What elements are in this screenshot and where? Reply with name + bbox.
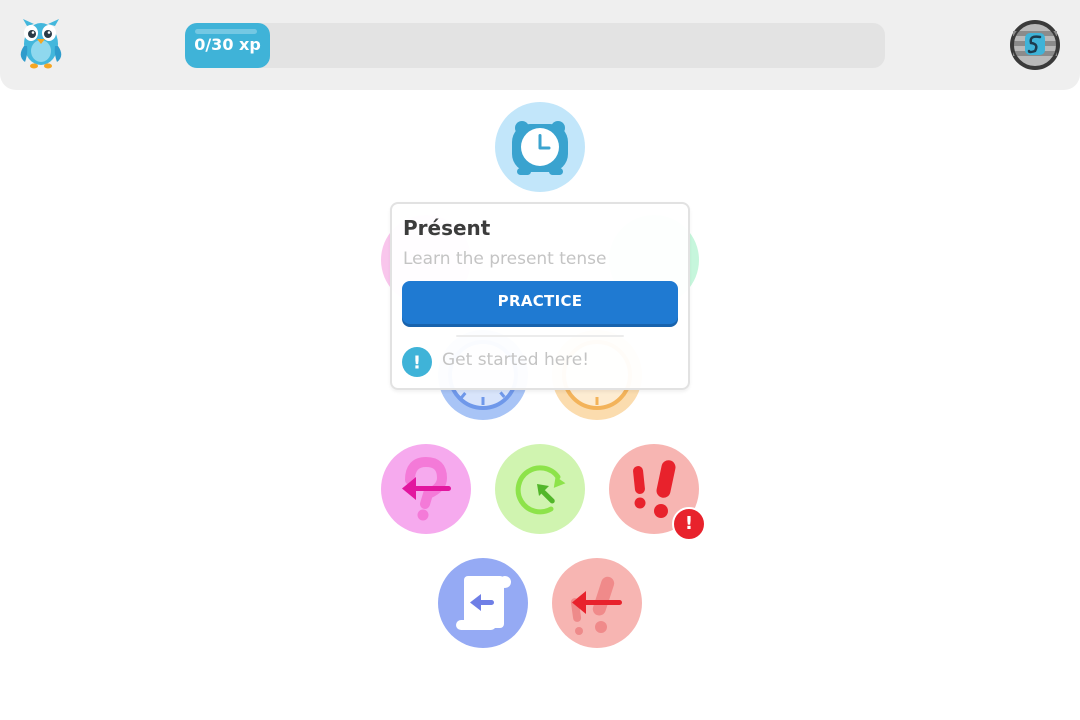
- popup-subtitle: Learn the present tense: [403, 249, 607, 269]
- cycle-arrows-icon: [515, 465, 566, 515]
- skill-scroll-back-arrow[interactable]: [438, 558, 528, 648]
- info-exclamation-icon: !: [402, 347, 432, 377]
- xp-progress-label: 0/30 xp: [194, 35, 261, 54]
- popup-title: Présent: [403, 216, 491, 240]
- svg-text:!: !: [413, 353, 421, 374]
- skill-alarm-clock[interactable]: [495, 102, 585, 192]
- popup-divider: [456, 335, 624, 337]
- xp-progress-fill: 0/30 xp: [185, 23, 270, 68]
- owl-mascot-icon: [19, 18, 63, 70]
- xp-progress-track: [185, 23, 885, 68]
- skill-exclamation-back-arrow[interactable]: [552, 558, 642, 648]
- skill-cycle-arrows[interactable]: [495, 444, 585, 534]
- skill-question-back-arrow[interactable]: [381, 444, 471, 534]
- alert-badge: !: [672, 507, 706, 541]
- question-back-arrow-icon: [402, 456, 451, 521]
- top-bar: 0/30 xp: [0, 0, 1080, 90]
- profile-avatar-icon[interactable]: [1009, 19, 1061, 71]
- practice-button[interactable]: PRACTICE: [402, 281, 678, 324]
- skill-popup: Présent Learn the present tense PRACTICE…: [390, 202, 690, 390]
- exclamation-back-arrow-icon: [570, 576, 622, 635]
- tip-text: Get started here!: [442, 350, 590, 370]
- scroll-back-arrow-icon: [456, 576, 511, 630]
- alarm-clock-icon: [512, 121, 568, 175]
